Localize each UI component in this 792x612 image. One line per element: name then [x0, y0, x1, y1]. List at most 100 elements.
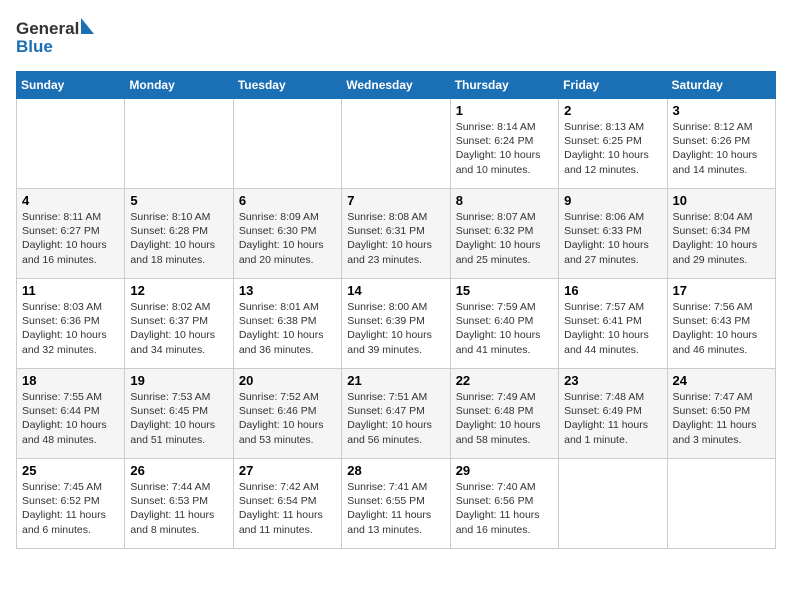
- calendar-cell: 23 Sunrise: 7:48 AM Sunset: 6:49 PM Dayli…: [559, 369, 667, 459]
- calendar-cell: 18 Sunrise: 7:55 AM Sunset: 6:44 PM Dayli…: [17, 369, 125, 459]
- calendar-cell: 25 Sunrise: 7:45 AM Sunset: 6:52 PM Dayli…: [17, 459, 125, 549]
- day-info: Sunrise: 8:06 AM Sunset: 6:33 PM Dayligh…: [564, 210, 661, 267]
- day-number: 2: [564, 103, 661, 118]
- calendar-cell: 12 Sunrise: 8:02 AM Sunset: 6:37 PM Dayli…: [125, 279, 233, 369]
- week-row-4: 18 Sunrise: 7:55 AM Sunset: 6:44 PM Dayli…: [17, 369, 776, 459]
- day-info: Sunrise: 8:14 AM Sunset: 6:24 PM Dayligh…: [456, 120, 553, 177]
- calendar-cell: 8 Sunrise: 8:07 AM Sunset: 6:32 PM Daylig…: [450, 189, 558, 279]
- week-row-3: 11 Sunrise: 8:03 AM Sunset: 6:36 PM Dayli…: [17, 279, 776, 369]
- day-info: Sunrise: 7:52 AM Sunset: 6:46 PM Dayligh…: [239, 390, 336, 447]
- calendar-cell: 10 Sunrise: 8:04 AM Sunset: 6:34 PM Dayli…: [667, 189, 775, 279]
- day-number: 20: [239, 373, 336, 388]
- calendar-cell: 11 Sunrise: 8:03 AM Sunset: 6:36 PM Dayli…: [17, 279, 125, 369]
- day-number: 13: [239, 283, 336, 298]
- day-info: Sunrise: 8:07 AM Sunset: 6:32 PM Dayligh…: [456, 210, 553, 267]
- col-header-tuesday: Tuesday: [233, 72, 341, 99]
- day-number: 22: [456, 373, 553, 388]
- day-number: 7: [347, 193, 444, 208]
- calendar-cell: 16 Sunrise: 7:57 AM Sunset: 6:41 PM Dayli…: [559, 279, 667, 369]
- day-info: Sunrise: 8:00 AM Sunset: 6:39 PM Dayligh…: [347, 300, 444, 357]
- col-header-thursday: Thursday: [450, 72, 558, 99]
- day-number: 9: [564, 193, 661, 208]
- day-number: 29: [456, 463, 553, 478]
- calendar-cell: 5Sunrise: 8:10 AM Sunset: 6:28 PM Daylig…: [125, 189, 233, 279]
- calendar-table: SundayMondayTuesdayWednesdayThursdayFrid…: [16, 71, 776, 549]
- day-number: 10: [673, 193, 770, 208]
- calendar-header-row: SundayMondayTuesdayWednesdayThursdayFrid…: [17, 72, 776, 99]
- day-info: Sunrise: 8:12 AM Sunset: 6:26 PM Dayligh…: [673, 120, 770, 177]
- calendar-cell: [125, 99, 233, 189]
- col-header-saturday: Saturday: [667, 72, 775, 99]
- day-number: 14: [347, 283, 444, 298]
- day-number: 11: [22, 283, 119, 298]
- day-info: Sunrise: 7:51 AM Sunset: 6:47 PM Dayligh…: [347, 390, 444, 447]
- calendar-cell: 13 Sunrise: 8:01 AM Sunset: 6:38 PM Dayli…: [233, 279, 341, 369]
- calendar-cell: [233, 99, 341, 189]
- day-number: 26: [130, 463, 227, 478]
- day-number: 6: [239, 193, 336, 208]
- day-info: Sunrise: 7:57 AM Sunset: 6:41 PM Dayligh…: [564, 300, 661, 357]
- calendar-cell: 19 Sunrise: 7:53 AM Sunset: 6:45 PM Dayli…: [125, 369, 233, 459]
- day-number: 19: [130, 373, 227, 388]
- day-info: Sunrise: 8:01 AM Sunset: 6:38 PM Dayligh…: [239, 300, 336, 357]
- calendar-cell: 20 Sunrise: 7:52 AM Sunset: 6:46 PM Dayli…: [233, 369, 341, 459]
- calendar-cell: 2 Sunrise: 8:13 AM Sunset: 6:25 PM Daylig…: [559, 99, 667, 189]
- header: GeneralBlue: [16, 16, 776, 61]
- day-info: Sunrise: 7:48 AM Sunset: 6:49 PM Dayligh…: [564, 390, 661, 447]
- day-number: 24: [673, 373, 770, 388]
- day-number: 27: [239, 463, 336, 478]
- calendar-cell: 14 Sunrise: 8:00 AM Sunset: 6:39 PM Dayli…: [342, 279, 450, 369]
- day-number: 18: [22, 373, 119, 388]
- week-row-1: 1 Sunrise: 8:14 AM Sunset: 6:24 PM Daylig…: [17, 99, 776, 189]
- day-number: 8: [456, 193, 553, 208]
- day-number: 15: [456, 283, 553, 298]
- day-number: 28: [347, 463, 444, 478]
- calendar-cell: [559, 459, 667, 549]
- calendar-cell: 26 Sunrise: 7:44 AM Sunset: 6:53 PM Dayli…: [125, 459, 233, 549]
- calendar-cell: 4 Sunrise: 8:11 AM Sunset: 6:27 PM Daylig…: [17, 189, 125, 279]
- day-info: Sunrise: 8:02 AM Sunset: 6:37 PM Dayligh…: [130, 300, 227, 357]
- col-header-wednesday: Wednesday: [342, 72, 450, 99]
- day-info: Sunrise: 8:09 AM Sunset: 6:30 PM Dayligh…: [239, 210, 336, 267]
- calendar-cell: [667, 459, 775, 549]
- day-info: Sunrise: 8:11 AM Sunset: 6:27 PM Dayligh…: [22, 210, 119, 267]
- calendar-cell: [342, 99, 450, 189]
- day-info: Sunrise: 7:40 AM Sunset: 6:56 PM Dayligh…: [456, 480, 553, 537]
- calendar-cell: 21Sunrise: 7:51 AM Sunset: 6:47 PM Dayli…: [342, 369, 450, 459]
- col-header-monday: Monday: [125, 72, 233, 99]
- day-number: 12: [130, 283, 227, 298]
- day-info: Sunrise: 7:56 AM Sunset: 6:43 PM Dayligh…: [673, 300, 770, 357]
- week-row-5: 25 Sunrise: 7:45 AM Sunset: 6:52 PM Dayli…: [17, 459, 776, 549]
- day-info: Sunrise: 7:55 AM Sunset: 6:44 PM Dayligh…: [22, 390, 119, 447]
- day-info: Sunrise: 7:42 AM Sunset: 6:54 PM Dayligh…: [239, 480, 336, 537]
- day-info: Sunrise: 7:47 AM Sunset: 6:50 PM Dayligh…: [673, 390, 770, 447]
- day-number: 3: [673, 103, 770, 118]
- col-header-friday: Friday: [559, 72, 667, 99]
- day-info: Sunrise: 8:03 AM Sunset: 6:36 PM Dayligh…: [22, 300, 119, 357]
- day-info: Sunrise: 8:13 AM Sunset: 6:25 PM Dayligh…: [564, 120, 661, 177]
- day-info: Sunrise: 7:53 AM Sunset: 6:45 PM Dayligh…: [130, 390, 227, 447]
- calendar-cell: 1 Sunrise: 8:14 AM Sunset: 6:24 PM Daylig…: [450, 99, 558, 189]
- day-info: Sunrise: 8:04 AM Sunset: 6:34 PM Dayligh…: [673, 210, 770, 267]
- day-number: 25: [22, 463, 119, 478]
- calendar-cell: 28 Sunrise: 7:41 AM Sunset: 6:55 PM Dayli…: [342, 459, 450, 549]
- week-row-2: 4 Sunrise: 8:11 AM Sunset: 6:27 PM Daylig…: [17, 189, 776, 279]
- day-number: 17: [673, 283, 770, 298]
- day-number: 1: [456, 103, 553, 118]
- calendar-cell: 24 Sunrise: 7:47 AM Sunset: 6:50 PM Dayli…: [667, 369, 775, 459]
- day-number: 23: [564, 373, 661, 388]
- calendar-cell: 29 Sunrise: 7:40 AM Sunset: 6:56 PM Dayli…: [450, 459, 558, 549]
- day-info: Sunrise: 7:45 AM Sunset: 6:52 PM Dayligh…: [22, 480, 119, 537]
- col-header-sunday: Sunday: [17, 72, 125, 99]
- calendar-cell: 15Sunrise: 7:59 AM Sunset: 6:40 PM Dayli…: [450, 279, 558, 369]
- svg-text:Blue: Blue: [16, 37, 53, 56]
- day-info: Sunrise: 7:44 AM Sunset: 6:53 PM Dayligh…: [130, 480, 227, 537]
- day-info: Sunrise: 7:41 AM Sunset: 6:55 PM Dayligh…: [347, 480, 444, 537]
- day-info: Sunrise: 8:10 AM Sunset: 6:28 PM Dayligh…: [130, 210, 227, 267]
- day-number: 16: [564, 283, 661, 298]
- day-number: 4: [22, 193, 119, 208]
- logo: GeneralBlue: [16, 16, 96, 61]
- calendar-cell: 7Sunrise: 8:08 AM Sunset: 6:31 PM Daylig…: [342, 189, 450, 279]
- logo-svg: GeneralBlue: [16, 16, 96, 61]
- calendar-cell: 6 Sunrise: 8:09 AM Sunset: 6:30 PM Daylig…: [233, 189, 341, 279]
